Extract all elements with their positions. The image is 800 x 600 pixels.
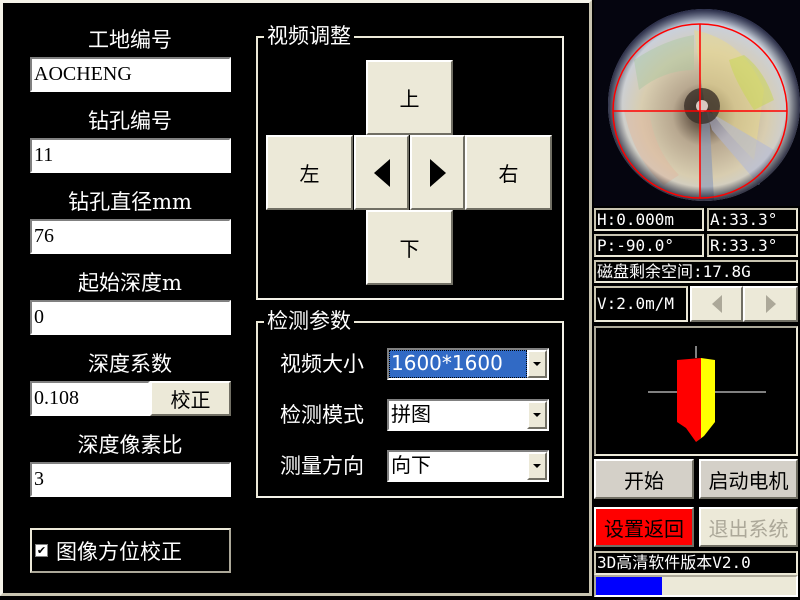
hole-diameter-input[interactable] (30, 219, 231, 254)
triangle-right-icon (765, 295, 776, 313)
probe-attitude-view (594, 326, 798, 456)
start-depth-label: 起始深度m (78, 271, 182, 295)
progress-fill (596, 577, 662, 595)
triangle-left-icon (711, 295, 722, 313)
exit-system-button[interactable]: 退出系统 (699, 507, 798, 547)
detect-params-title: 检测参数 (264, 308, 354, 334)
speed-readout: V:2.0m/M (594, 286, 688, 322)
start-motor-button[interactable]: 启动电机 (699, 459, 798, 499)
measure-direction-select[interactable]: 向下 (387, 450, 549, 482)
video-adjust-title: 视频调整 (264, 23, 354, 49)
detect-mode-value: 拼图 (391, 402, 431, 426)
depth-coefficient-input[interactable] (30, 381, 150, 416)
azimuth-readout: A:33.3° (707, 208, 798, 231)
right-button[interactable]: 右 (465, 135, 552, 210)
orientation-correction-checkbox[interactable]: ✔ 图像方位校正 (30, 528, 231, 573)
checkbox-check-icon[interactable]: ✔ (35, 544, 48, 557)
depth-pixel-ratio-label: 深度像素比 (77, 433, 183, 457)
start-button[interactable]: 开始 (594, 459, 694, 499)
settings-back-button[interactable]: 设置返回 (594, 507, 694, 547)
site-id-label: 工地编号 (88, 28, 172, 52)
left-button[interactable]: 左 (266, 135, 353, 210)
version-label: 3D高清软件版本V2.0 (594, 551, 798, 575)
pitch-readout: P:-90.0° (594, 234, 704, 257)
triangle-left-icon (373, 158, 390, 187)
video-size-value: 1600*1600 (389, 350, 527, 378)
chevron-down-icon[interactable] (527, 350, 547, 378)
disk-space-readout: 磁盘剩余空间:17.8G (594, 260, 798, 283)
rotate-left-button[interactable] (354, 135, 409, 210)
chevron-down-icon[interactable] (527, 401, 547, 429)
detect-mode-select[interactable]: 拼图 (387, 399, 549, 431)
depth-readout: H:0.000m (594, 208, 704, 231)
triangle-right-icon (429, 158, 446, 187)
camera-view (594, 0, 800, 206)
probe-icon (648, 346, 766, 442)
measure-direction-value: 向下 (391, 453, 431, 477)
depth-pixel-ratio-input[interactable] (30, 462, 231, 497)
hole-id-input[interactable] (30, 138, 231, 173)
speed-increase-button[interactable] (743, 286, 798, 322)
up-button[interactable]: 上 (366, 60, 453, 135)
depth-coefficient-label: 深度系数 (88, 352, 172, 376)
hole-id-label: 钻孔编号 (88, 109, 172, 133)
rotate-right-button[interactable] (410, 135, 465, 210)
roll-readout: R:33.3° (707, 234, 798, 257)
progress-bar (594, 575, 798, 597)
video-size-select[interactable]: 1600*1600 (387, 348, 549, 380)
orientation-correction-label: 图像方位校正 (56, 539, 182, 564)
down-button[interactable]: 下 (366, 210, 453, 285)
start-depth-input[interactable] (30, 300, 231, 335)
detect-mode-label: 检测模式 (280, 403, 364, 427)
hole-diameter-label: 钻孔直径mm (68, 190, 192, 214)
speed-decrease-button[interactable] (690, 286, 743, 322)
measure-direction-label: 测量方向 (280, 454, 364, 478)
chevron-down-icon[interactable] (527, 452, 547, 480)
calibrate-button[interactable]: 校正 (150, 381, 231, 416)
borehole-image (594, 0, 800, 206)
site-id-input[interactable] (30, 57, 231, 92)
video-size-label: 视频大小 (280, 352, 364, 376)
